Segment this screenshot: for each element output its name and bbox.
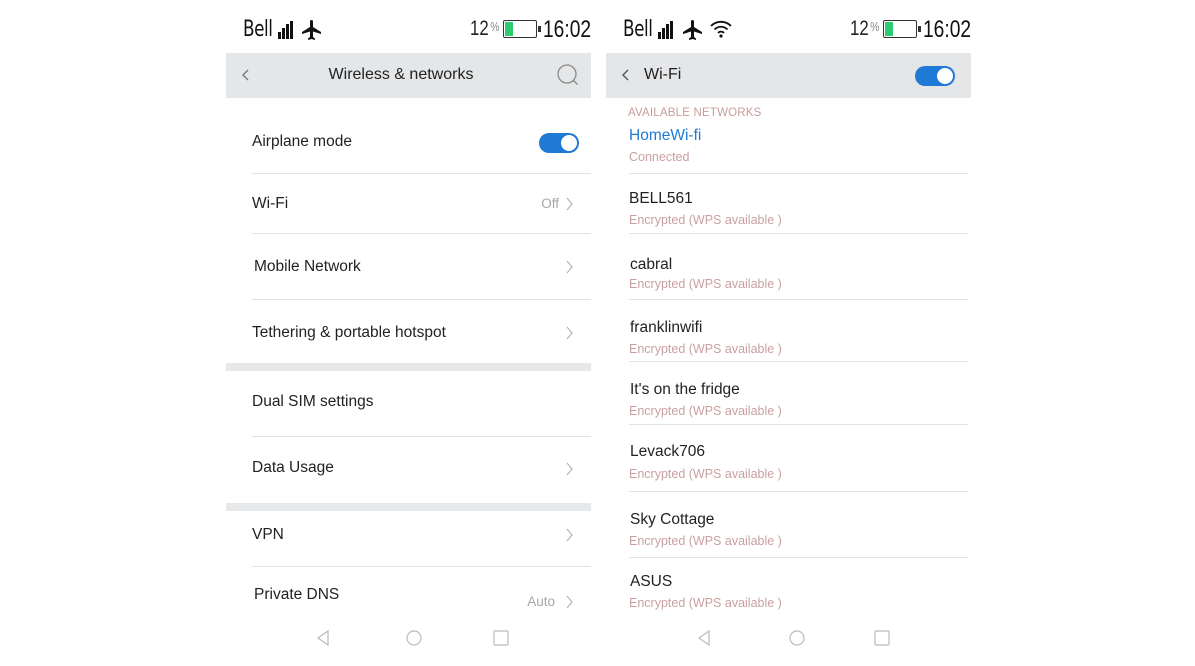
tethering-label: Tethering & portable hotspot xyxy=(252,324,446,341)
network-status: Encrypted (WPS available ) xyxy=(629,534,782,548)
page-title: Wi-Fi xyxy=(644,66,682,83)
nav-recents-icon[interactable] xyxy=(491,628,511,648)
battery-percent: 12% xyxy=(470,17,500,40)
vpn-row[interactable]: VPN xyxy=(226,511,591,567)
app-bar: Wireless & networks xyxy=(226,53,591,98)
nav-home-icon[interactable] xyxy=(787,628,807,648)
private-dns-label: Private DNS xyxy=(254,586,340,603)
available-networks-header: AVAILABLE NETWORKS xyxy=(628,107,762,119)
network-ssid: BELL561 xyxy=(629,190,693,207)
airplane-mode-row[interactable]: Airplane mode xyxy=(226,98,591,174)
network-ssid: Sky Cottage xyxy=(630,511,715,528)
battery-percent: 12% xyxy=(850,17,880,40)
nav-home-icon[interactable] xyxy=(404,628,424,648)
chevron-right-icon xyxy=(566,197,573,211)
network-ssid: cabral xyxy=(630,256,673,273)
status-clock: 16:02 xyxy=(923,16,971,43)
airplane-icon xyxy=(683,20,702,40)
network-item[interactable]: Sky Cottage Encrypted (WPS available ) xyxy=(606,492,968,558)
chevron-right-icon xyxy=(566,260,573,274)
network-item[interactable]: cabral Encrypted (WPS available ) xyxy=(606,234,968,300)
data-usage-label: Data Usage xyxy=(252,459,334,476)
network-status: Encrypted (WPS available ) xyxy=(629,342,782,356)
tethering-row[interactable]: Tethering & portable hotspot xyxy=(226,300,591,364)
network-ssid: ASUS xyxy=(630,573,673,590)
airplane-icon xyxy=(302,20,321,40)
status-bar: Bell 12% 16:02 xyxy=(606,0,971,56)
wifi-row[interactable]: Wi-Fi Off xyxy=(226,174,591,234)
wifi-icon xyxy=(710,20,732,38)
wifi-status-value: Off xyxy=(541,196,559,211)
navigation-bar xyxy=(606,622,971,652)
network-status: Encrypted (WPS available ) xyxy=(629,596,782,610)
wifi-master-toggle[interactable] xyxy=(915,66,955,86)
private-dns-value: Auto xyxy=(527,594,555,609)
page-title: Wireless & networks xyxy=(328,66,474,83)
network-item[interactable]: BELL561 Encrypted (WPS available ) xyxy=(606,174,968,234)
network-status: Encrypted (WPS available ) xyxy=(629,277,782,291)
chevron-right-icon xyxy=(566,595,573,609)
section-separator xyxy=(226,503,591,511)
signal-icon xyxy=(658,21,675,39)
navigation-bar xyxy=(226,622,591,652)
back-arrow-icon[interactable] xyxy=(614,63,638,87)
airplane-mode-label: Airplane mode xyxy=(252,133,352,150)
network-status: Encrypted (WPS available ) xyxy=(629,404,782,418)
nav-back-icon[interactable] xyxy=(694,628,714,648)
network-item[interactable]: It's on the fridge Encrypted (WPS availa… xyxy=(606,362,968,424)
battery-icon xyxy=(883,20,921,38)
carrier-name: Bell xyxy=(243,17,273,42)
nav-recents-icon[interactable] xyxy=(872,628,892,648)
network-status: Encrypted (WPS available ) xyxy=(629,467,782,481)
private-dns-row[interactable]: Private DNS Auto xyxy=(226,567,591,617)
wireless-networks-screen: Bell 12% 16:02 Wireless & networks Airpl… xyxy=(226,0,591,666)
carrier-name: Bell xyxy=(623,17,653,42)
network-status: Connected xyxy=(629,150,690,164)
status-bar: Bell 12% 16:02 xyxy=(226,0,591,56)
network-ssid: franklinwifi xyxy=(630,319,703,336)
airplane-mode-toggle[interactable] xyxy=(539,133,579,153)
dual-sim-row[interactable]: Dual SIM settings xyxy=(226,371,591,437)
chevron-right-icon xyxy=(566,462,573,476)
status-clock: 16:02 xyxy=(543,16,591,43)
mobile-network-label: Mobile Network xyxy=(254,258,361,275)
network-status: Encrypted (WPS available ) xyxy=(629,213,782,227)
dual-sim-label: Dual SIM settings xyxy=(252,393,374,410)
chevron-right-icon xyxy=(566,528,573,542)
chevron-right-icon xyxy=(566,326,573,340)
network-item[interactable]: franklinwifi Encrypted (WPS available ) xyxy=(606,300,968,362)
signal-icon xyxy=(278,21,295,39)
mobile-network-row[interactable]: Mobile Network xyxy=(226,234,591,300)
nav-back-icon[interactable] xyxy=(313,628,333,648)
network-item[interactable]: HomeWi-fi Connected xyxy=(606,122,968,174)
network-ssid: HomeWi-fi xyxy=(629,127,702,144)
wifi-label: Wi-Fi xyxy=(252,195,289,212)
section-separator xyxy=(226,363,591,371)
network-ssid: It's on the fridge xyxy=(630,381,740,398)
data-usage-row[interactable]: Data Usage xyxy=(226,437,591,503)
network-ssid: Levack706 xyxy=(630,443,705,460)
app-bar: Wi-Fi xyxy=(606,53,971,98)
search-icon[interactable] xyxy=(555,62,581,88)
vpn-label: VPN xyxy=(252,526,284,543)
battery-icon xyxy=(503,20,541,38)
wifi-screen: Bell 12% 16:02 Wi-Fi AVAILABLE NETWORKS … xyxy=(606,0,971,666)
network-item[interactable]: ASUS Encrypted (WPS available ) xyxy=(606,558,968,616)
network-item[interactable]: Levack706 Encrypted (WPS available ) xyxy=(606,425,968,491)
